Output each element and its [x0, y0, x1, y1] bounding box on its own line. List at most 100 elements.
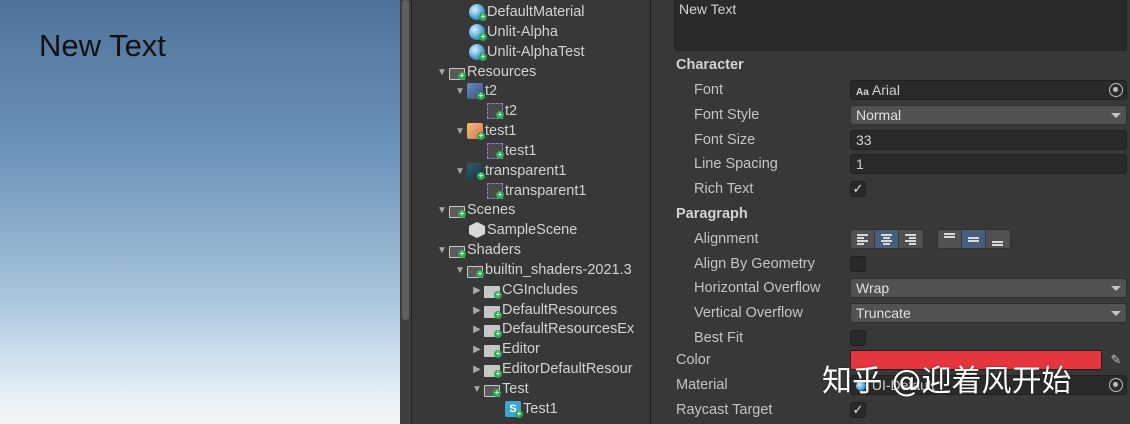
watermark: 知乎 @迎着风开始 — [822, 364, 1072, 399]
align-by-geometry-checkbox[interactable] — [850, 256, 866, 272]
sprite-icon: + — [487, 103, 504, 119]
chevron-down-icon — [1111, 113, 1121, 118]
tree-item-cgincludes[interactable]: ▶ + CGIncludes — [470, 280, 578, 300]
scene-text-object[interactable]: New Text — [39, 28, 166, 64]
texture-icon: + — [467, 123, 485, 140]
tree-item-label: Unlit-AlphaTest — [487, 44, 585, 60]
vertical-overflow-dropdown[interactable]: Truncate — [850, 303, 1127, 323]
align-bottom-icon[interactable] — [986, 230, 1010, 248]
align-top-icon[interactable] — [938, 230, 962, 248]
tree-item-builtin-shaders[interactable]: ▼ + builtin_shaders-2021.3 — [453, 260, 632, 280]
object-picker-icon[interactable] — [1109, 83, 1123, 97]
font-value: Arial — [871, 82, 900, 98]
font-style-value: Normal — [856, 107, 902, 123]
inspector-panel: New Text Character Font Aa Arial Font St… — [652, 0, 1130, 424]
tree-item-unlit-alpha[interactable]: + Unlit-Alpha — [469, 22, 558, 42]
font-style-label: Font Style — [694, 107, 760, 123]
tree-item-label: Test1 — [523, 401, 558, 417]
tree-item-transparent1-sprite[interactable]: + transparent1 — [487, 181, 586, 201]
rich-text-label: Rich Text — [694, 181, 754, 197]
align-right-icon[interactable] — [899, 230, 923, 248]
scene-scrollbar-thumb[interactable] — [402, 0, 409, 320]
horizontal-overflow-dropdown[interactable]: Wrap — [850, 278, 1127, 298]
folder-icon: + — [484, 364, 502, 378]
tree-item-editor[interactable]: ▶ + Editor — [470, 339, 540, 359]
paragraph-header[interactable]: Paragraph — [676, 206, 748, 222]
material-label: Material — [676, 377, 728, 393]
expand-arrow-icon[interactable]: ▼ — [435, 245, 449, 256]
alignment-label: Alignment — [694, 231, 759, 247]
align-middle-icon[interactable] — [962, 230, 986, 248]
tree-item-label: Editor — [502, 341, 540, 357]
tree-item-label: DefaultResources — [502, 302, 618, 318]
tree-item-test1-sprite[interactable]: + test1 — [487, 141, 536, 161]
tree-item-t2-sprite[interactable]: + t2 — [487, 101, 517, 121]
font-asset-icon: Aa — [856, 87, 869, 98]
align-center-icon[interactable] — [875, 230, 899, 248]
tree-item-label: builtin_shaders-2021.3 — [485, 262, 632, 278]
tree-item-test[interactable]: ▼ + Test — [470, 379, 529, 399]
tree-item-label: Resources — [467, 64, 537, 80]
tree-item-defaultresources[interactable]: ▶ + DefaultResources — [470, 300, 617, 320]
font-label: Font — [694, 82, 724, 98]
expand-arrow-icon[interactable]: ▼ — [435, 67, 449, 78]
material-icon: + — [469, 24, 487, 41]
character-header[interactable]: Character — [676, 57, 744, 73]
tree-item-defaultresourcesex[interactable]: ▶ + DefaultResourcesEx — [470, 319, 634, 339]
collapse-arrow-icon[interactable]: ▶ — [470, 285, 484, 296]
expand-arrow-icon[interactable]: ▼ — [453, 126, 467, 137]
align-by-geometry-label: Align By Geometry — [694, 256, 815, 272]
sprite-icon: + — [487, 143, 504, 159]
expand-arrow-icon[interactable]: ▼ — [435, 205, 449, 216]
best-fit-checkbox[interactable] — [850, 330, 866, 346]
project-tree: + DefaultMaterial + Unlit-Alpha + Unlit-… — [413, 0, 651, 424]
tree-item-label: transparent1 — [485, 163, 567, 179]
expand-arrow-icon[interactable]: ▼ — [470, 384, 484, 395]
tree-item-test1-shader[interactable]: S + Test1 — [505, 399, 558, 419]
expand-arrow-icon[interactable]: ▼ — [453, 86, 467, 97]
vertical-overflow-label: Vertical Overflow — [694, 305, 803, 321]
folder-open-icon: + — [467, 265, 484, 278]
vertical-alignment-group — [937, 229, 1011, 249]
tree-item-samplescene[interactable]: SampleScene — [469, 220, 577, 240]
collapse-arrow-icon[interactable]: ▶ — [470, 344, 484, 355]
collapse-arrow-icon[interactable]: ▶ — [470, 324, 484, 335]
tree-item-test1[interactable]: ▼ + test1 — [453, 121, 516, 141]
tree-item-label: t2 — [485, 83, 498, 99]
font-style-dropdown[interactable]: Normal — [850, 105, 1127, 125]
expand-arrow-icon[interactable]: ▼ — [453, 265, 467, 276]
tree-item-t2[interactable]: ▼ + t2 — [453, 81, 497, 101]
tree-item-editordefaultresources[interactable]: ▶ + EditorDefaultResour — [470, 359, 633, 379]
font-size-label: Font Size — [694, 132, 756, 148]
tree-item-defaultmaterial[interactable]: + DefaultMaterial — [469, 2, 585, 22]
chevron-down-icon — [1111, 311, 1121, 316]
vertical-overflow-value: Truncate — [856, 305, 911, 321]
collapse-arrow-icon[interactable]: ▶ — [470, 305, 484, 316]
folder-open-icon: + — [484, 384, 501, 397]
scene-view[interactable]: New Text — [0, 0, 400, 424]
expand-arrow-icon[interactable]: ▼ — [453, 166, 467, 177]
eyedropper-icon[interactable]: ✎ — [1108, 352, 1124, 368]
text-content-field[interactable]: New Text — [674, 0, 1127, 51]
tree-item-label: Unlit-Alpha — [487, 24, 558, 40]
raycast-target-checkbox[interactable]: ✓ — [850, 402, 866, 418]
tree-item-transparent1[interactable]: ▼ + transparent1 — [453, 161, 566, 181]
tree-item-shaders[interactable]: ▼ + Shaders — [435, 240, 521, 260]
tree-item-resources[interactable]: ▼ + Resources — [435, 62, 536, 82]
tree-item-unlit-alphatest[interactable]: + Unlit-AlphaTest — [469, 42, 585, 62]
collapse-arrow-icon[interactable]: ▶ — [470, 364, 484, 375]
align-left-icon[interactable] — [851, 230, 875, 248]
font-size-field[interactable]: 33 — [850, 130, 1127, 150]
tree-item-label: DefaultResourcesEx — [502, 321, 635, 337]
line-spacing-field[interactable]: 1 — [850, 154, 1127, 174]
sprite-icon: + — [487, 183, 504, 199]
tree-item-label: t2 — [505, 103, 518, 119]
tree-item-scenes[interactable]: ▼ + Scenes — [435, 200, 515, 220]
font-field[interactable]: Aa Arial — [850, 80, 1127, 100]
object-picker-icon[interactable] — [1109, 378, 1123, 392]
horizontal-overflow-label: Horizontal Overflow — [694, 280, 821, 296]
tree-item-label: SampleScene — [487, 222, 578, 238]
rich-text-checkbox[interactable]: ✓ — [850, 181, 866, 197]
folder-open-icon: + — [449, 245, 466, 258]
scene-icon — [469, 222, 485, 238]
